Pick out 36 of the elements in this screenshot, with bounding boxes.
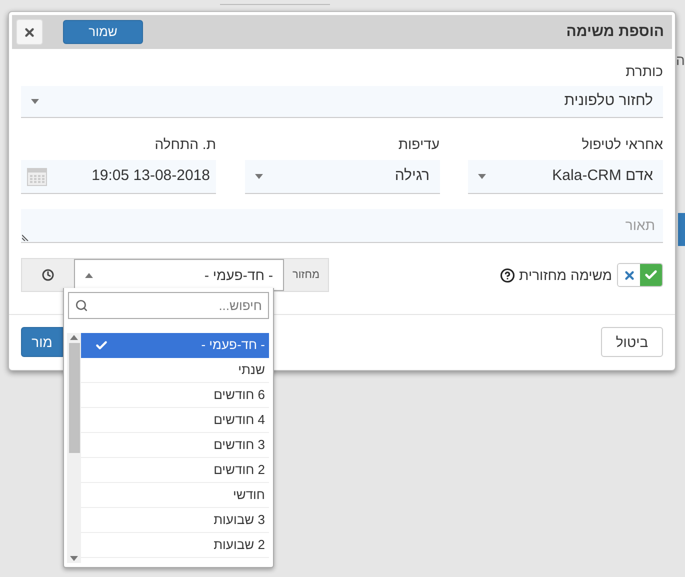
date-field[interactable]: 19:05 13-08-2018 [21, 160, 216, 194]
caret-icon [31, 99, 39, 104]
cycle-select[interactable]: - חד-פעמי - [74, 259, 284, 291]
select-field[interactable]: אדם Kala-CRM [468, 160, 663, 194]
recurring-label: משימה מחזורית [519, 266, 612, 284]
close-button[interactable] [16, 19, 43, 45]
caret-icon [70, 335, 78, 340]
help-icon [500, 268, 516, 282]
recurring-toggle[interactable] [617, 263, 663, 287]
close-icon [23, 26, 36, 38]
caret-icon [85, 272, 93, 278]
cancel-button[interactable]: ביטול [601, 327, 663, 357]
select-field[interactable]: לחזור טלפונית [21, 86, 663, 118]
select-field[interactable]: רגילה [244, 160, 440, 194]
caret-icon [254, 174, 262, 179]
scrollbar[interactable] [67, 333, 81, 563]
check-icon [644, 268, 658, 282]
field-label: כותרת [626, 62, 663, 81]
cycle-addon: מחזור [291, 268, 321, 283]
save-button[interactable]: מור [21, 327, 63, 357]
save-button[interactable]: שמור [63, 20, 143, 44]
check-icon [95, 338, 108, 352]
background-panel [678, 213, 685, 246]
search-icon [75, 299, 88, 312]
x-icon [622, 268, 636, 282]
field-label: ת. התחלה [154, 135, 216, 154]
field-label: אחראי לטיפול [582, 135, 663, 154]
field-label: עדיפות [398, 135, 440, 154]
search-field[interactable]: חיפוש... [68, 292, 269, 319]
background-text: ה [676, 51, 685, 70]
clock-icon [42, 269, 54, 281]
resize-handle-icon[interactable] [22, 234, 29, 241]
dropdown-option[interactable]: - חד-פעמי - [81, 333, 269, 358]
caret-icon [478, 174, 486, 179]
dialog-title: הוספת משימה [565, 22, 664, 42]
caret-icon [70, 556, 78, 561]
